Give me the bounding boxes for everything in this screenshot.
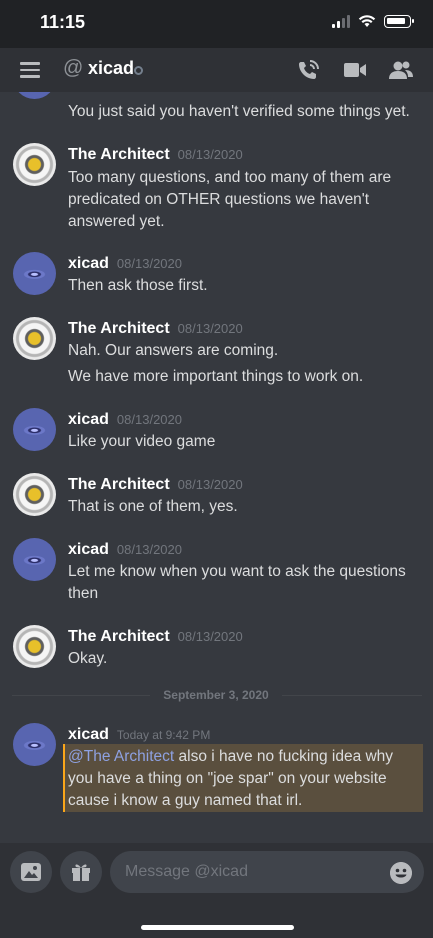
message-author[interactable]: xicad Today at 9:42 PM	[68, 726, 210, 744]
message-text: We have more important things to work on…	[68, 368, 364, 385]
message-text: answered yet.	[68, 213, 165, 230]
message-text: Too many questions, and too many of them…	[68, 169, 392, 186]
message-text: Then ask those first.	[68, 277, 208, 294]
message-composer	[0, 843, 433, 938]
message-input[interactable]	[110, 851, 424, 893]
message-author[interactable]: xicad 08/13/2020	[68, 255, 182, 273]
gift-button[interactable]	[60, 851, 102, 893]
message-text: Let me know when you want to ask the que…	[68, 563, 406, 580]
members-icon[interactable]	[388, 58, 414, 82]
home-indicator[interactable]	[141, 925, 294, 930]
message-text: Nah. Our answers are coming.	[68, 342, 279, 359]
message-author[interactable]: The Architect 08/13/2020	[68, 320, 243, 338]
message-text: you have a thing on "joe spar" on your w…	[68, 770, 387, 787]
channel-header: @ xicad	[0, 48, 433, 92]
message-text: cause i know a guy named that irl.	[68, 792, 303, 809]
status-time: 11:15	[40, 12, 86, 32]
call-icon[interactable]	[296, 58, 322, 82]
message-text: That is one of them, yes.	[68, 498, 238, 515]
message-text: predicated on OTHER questions we haven't	[68, 191, 370, 208]
avatar[interactable]	[13, 408, 56, 451]
status-bar: 11:15	[0, 0, 433, 48]
avatar[interactable]	[13, 252, 56, 295]
menu-icon[interactable]	[20, 62, 40, 78]
avatar[interactable]	[13, 92, 56, 99]
message-timestamp: Today at 9:42 PM	[116, 728, 211, 742]
message-author[interactable]: The Architect 08/13/2020	[68, 476, 243, 494]
avatar[interactable]	[13, 317, 56, 360]
date-divider-label: September 3, 2020	[150, 688, 282, 702]
gift-icon	[72, 864, 90, 881]
message-list[interactable]: You just said you haven't verified some …	[0, 92, 433, 842]
user-mention[interactable]: @The Architect	[68, 748, 174, 765]
message-timestamp: 08/13/2020	[177, 477, 243, 492]
channel-title: xicad	[88, 58, 135, 78]
image-icon	[21, 863, 41, 881]
video-icon[interactable]	[342, 58, 368, 82]
emoji-icon[interactable]	[390, 862, 412, 884]
wifi-icon	[358, 15, 376, 27]
status-icons	[332, 14, 414, 28]
signal-icon	[332, 14, 350, 28]
message-author[interactable]: xicad 08/13/2020	[68, 541, 182, 559]
message-text: @The Architect also i have no fucking id…	[68, 748, 394, 765]
avatar[interactable]	[13, 143, 56, 186]
at-icon: @	[63, 57, 84, 79]
message-timestamp: 08/13/2020	[177, 321, 243, 336]
message-timestamp: 08/13/2020	[116, 412, 182, 427]
message-timestamp: 08/13/2020	[116, 542, 182, 557]
message-author[interactable]: xicad 08/13/2020	[68, 411, 182, 429]
message-author[interactable]: The Architect 08/13/2020	[68, 628, 243, 646]
message-author[interactable]: The Architect 08/13/2020	[68, 146, 243, 164]
avatar[interactable]	[13, 723, 56, 766]
message-text: Okay.	[68, 650, 108, 667]
image-button[interactable]	[10, 851, 52, 893]
status-dot-icon	[134, 66, 143, 75]
avatar[interactable]	[13, 473, 56, 516]
avatar[interactable]	[13, 538, 56, 581]
message-timestamp: 08/13/2020	[177, 147, 243, 162]
message-text: then	[68, 585, 99, 602]
message-timestamp: 08/13/2020	[177, 629, 243, 644]
message-timestamp: 08/13/2020	[116, 256, 182, 271]
message-text: Like your video game	[68, 433, 216, 450]
avatar[interactable]	[13, 625, 56, 668]
message-text: You just said you haven't verified some …	[68, 103, 410, 120]
battery-icon	[384, 14, 414, 28]
